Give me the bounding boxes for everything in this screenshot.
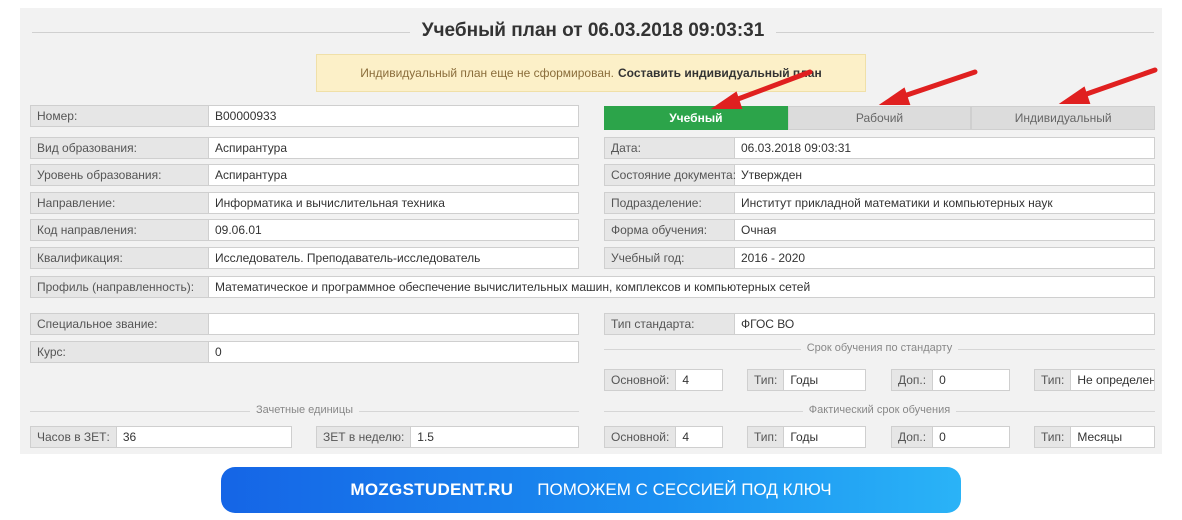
promo-banner[interactable]: MOZGSTUDENT.RU ПОМОЖЕМ С СЕССИЕЙ ПОД КЛЮ… [221,467,961,513]
arrow-head-working [878,87,911,105]
banner-brand: MOZGSTUDENT.RU [350,480,514,499]
banner-slogan: ПОМОЖЕМ С СЕССИЕЙ ПОД КЛЮЧ [537,480,832,499]
arrow-to-individual-tab [1075,67,1158,100]
arrow-to-study-tab [727,69,813,105]
arrow-to-working-tab [895,69,978,101]
arrow-head-study [710,91,743,109]
arrow-head-individual [1058,86,1091,104]
annotation-arrows [710,67,1158,109]
